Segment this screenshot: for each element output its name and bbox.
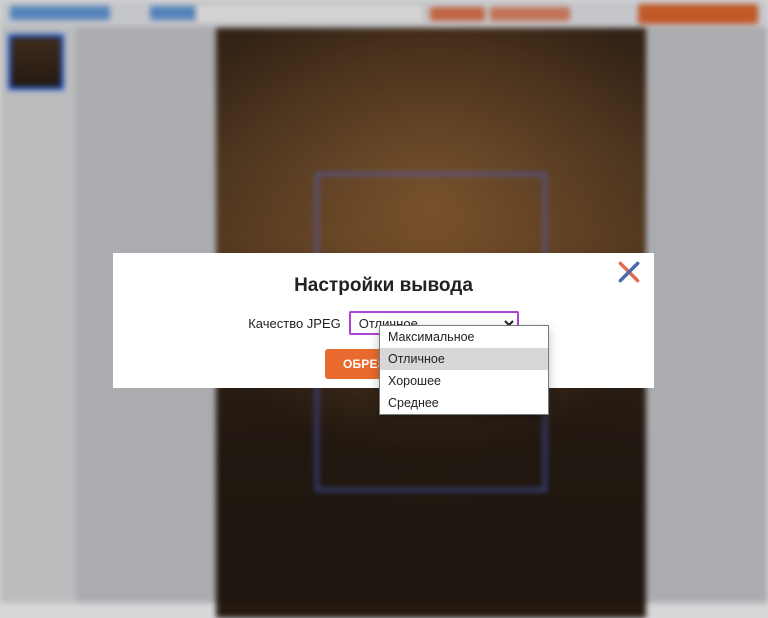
quality-label: Качество JPEG: [248, 316, 341, 331]
close-icon: [616, 259, 642, 285]
quality-dropdown-list[interactable]: Максимальное Отличное Хорошее Среднее: [379, 325, 549, 415]
quality-option-excellent[interactable]: Отличное: [380, 348, 548, 370]
quality-option-good[interactable]: Хорошее: [380, 370, 548, 392]
quality-option-medium[interactable]: Среднее: [380, 392, 548, 414]
modal-title: Настройки вывода: [113, 253, 654, 311]
close-button[interactable]: [616, 259, 642, 285]
quality-option-max[interactable]: Максимальное: [380, 326, 548, 348]
